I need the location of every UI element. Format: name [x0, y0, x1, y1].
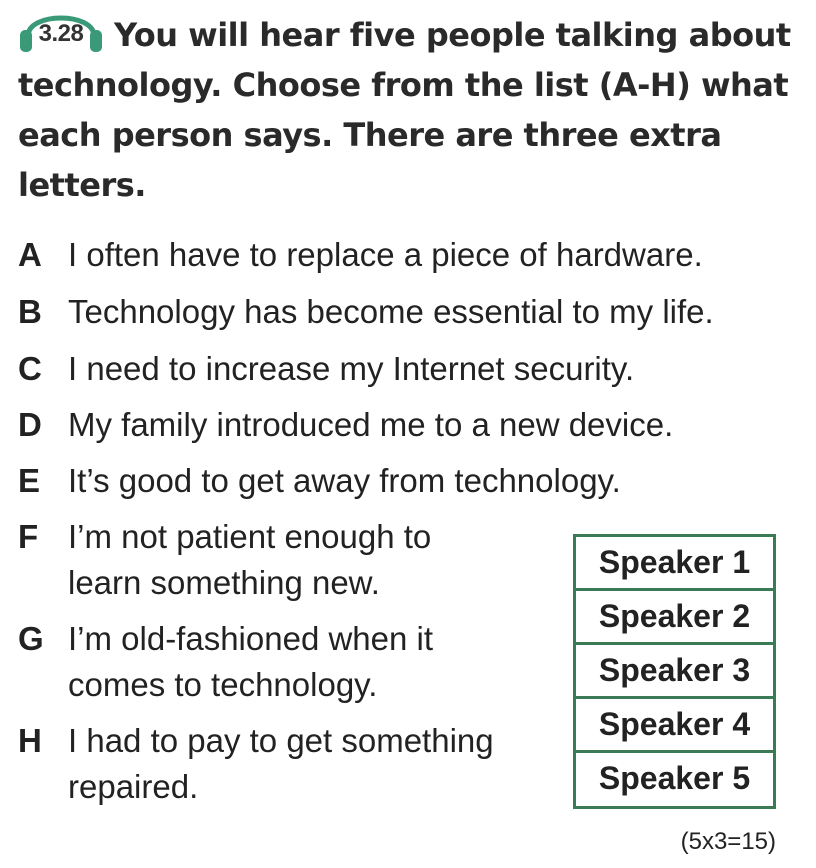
option-text-line-1: I’m not patient enough to [68, 518, 432, 555]
speaker-row-4[interactable]: Speaker 4 [576, 699, 773, 753]
option-letter: A [18, 236, 42, 273]
speaker-row-1[interactable]: Speaker 1 [576, 537, 773, 591]
option-text-line-2: repaired. [68, 768, 199, 805]
option-text: Technology has become essential to my li… [68, 293, 714, 330]
speaker-answer-table: Speaker 1 Speaker 2 Speaker 3 Speaker 4 … [573, 534, 776, 809]
option-text-line-1: I’m old-fashioned when it [68, 620, 434, 657]
option-text: I need to increase my Internet security. [68, 350, 635, 387]
option-text: I often have to replace a piece of hardw… [68, 236, 703, 273]
track-number: 3.28 [38, 20, 84, 47]
option-letter: D [18, 406, 42, 443]
option-letter: F [18, 518, 39, 555]
speaker-row-3[interactable]: Speaker 3 [576, 645, 773, 699]
option-letter: H [18, 722, 42, 759]
speaker-row-2[interactable]: Speaker 2 [576, 591, 773, 645]
option-letter: B [18, 293, 42, 330]
instruction-text: You will hear five people talking about … [18, 16, 791, 204]
speaker-row-5[interactable]: Speaker 5 [576, 753, 773, 806]
option-text-line-2: learn something new. [68, 564, 380, 601]
option-letter: G [18, 620, 44, 657]
exercise-instruction-block: 3.28 You will hear five people talking a… [18, 10, 798, 210]
option-text-line-2: comes to technology. [68, 666, 378, 703]
option-text-line-1: I had to pay to get something [68, 722, 494, 759]
audio-track-badge[interactable]: 3.28 [18, 15, 104, 52]
option-letter: C [18, 350, 42, 387]
score-note: (5x3=15) [680, 828, 776, 855]
option-text: It’s good to get away from technology. [68, 462, 621, 499]
option-text: My family introduced me to a new device. [68, 406, 674, 443]
option-letter: E [18, 462, 41, 499]
